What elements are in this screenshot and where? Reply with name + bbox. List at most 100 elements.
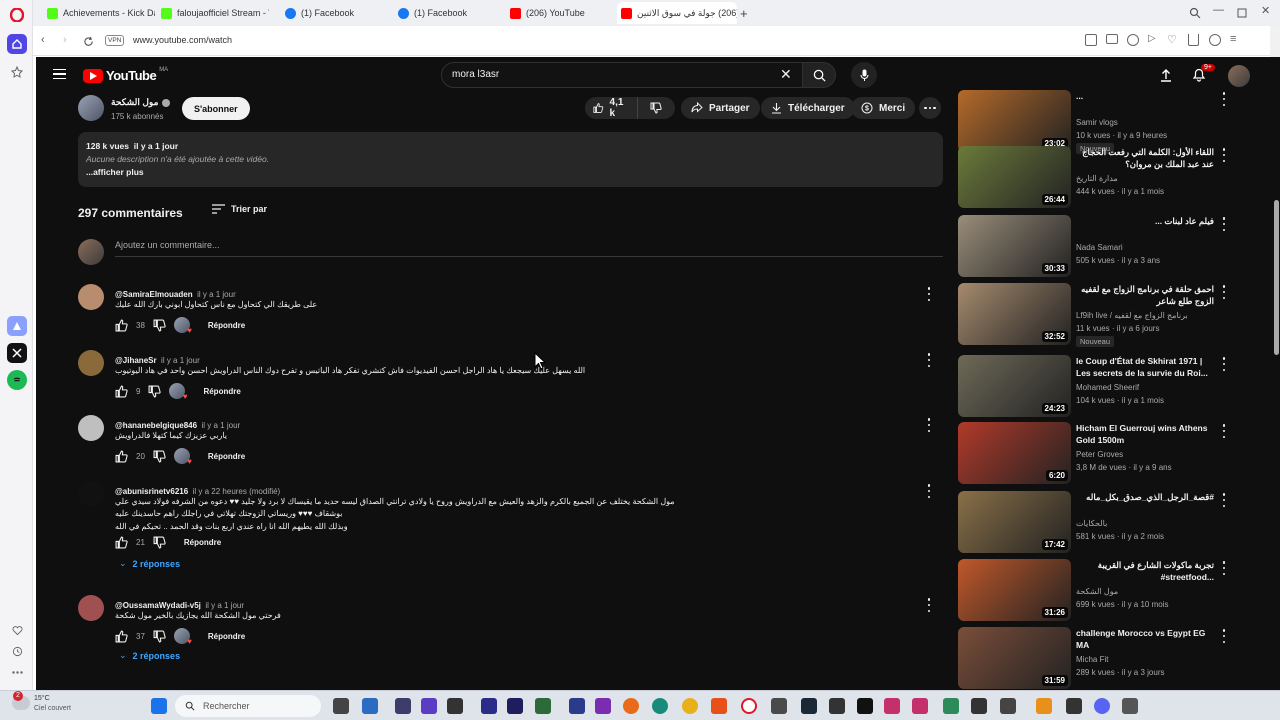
profile-icon[interactable] [1209, 34, 1221, 46]
comment-username[interactable]: @OussamaWydadi-v5j [115, 601, 201, 610]
comment-like-icon[interactable] [115, 319, 128, 332]
minimize-icon[interactable]: — [1213, 4, 1224, 16]
video-menu-icon[interactable] [1220, 424, 1228, 438]
upload-icon[interactable] [1160, 68, 1172, 87]
recommended-video[interactable]: 23:02 ... Samir vlogs 10 k vues · il y a… [958, 90, 1248, 154]
menu-icon[interactable] [53, 69, 66, 79]
app-icon-9[interactable] [771, 698, 787, 714]
app-icon-6[interactable] [535, 698, 551, 714]
search-input[interactable]: mora l3asr ✕ [441, 62, 803, 88]
video-menu-icon[interactable] [1220, 92, 1228, 106]
youtube-logo[interactable]: YouTube MA [83, 67, 168, 83]
history-icon[interactable] [7, 641, 27, 661]
maximize-icon[interactable] [1237, 5, 1247, 23]
app-icon-14[interactable] [971, 698, 987, 714]
app-icon-17[interactable] [1066, 698, 1082, 714]
comment-time[interactable]: il y a 1 jour [205, 601, 244, 610]
recommended-video[interactable]: 32:52 احمق حلقة في برنامج الزواج مع لقفي… [958, 283, 1248, 347]
recommended-video[interactable]: 30:33 فيلم عاد لبنات ... Nada Samari 505… [958, 215, 1248, 277]
comment-avatar[interactable] [78, 415, 104, 441]
comment-avatar[interactable] [78, 284, 104, 310]
share-button[interactable]: Partager [681, 97, 760, 119]
app-icon-13[interactable] [943, 698, 959, 714]
app-icon-16[interactable] [1036, 698, 1052, 714]
app-icon-8[interactable] [595, 698, 611, 714]
account-avatar[interactable] [1228, 65, 1250, 87]
app-icon-3[interactable] [421, 698, 437, 714]
video-menu-icon[interactable] [1220, 493, 1228, 507]
comment-dislike-icon[interactable] [153, 630, 166, 643]
comment-like-icon[interactable] [115, 385, 128, 398]
comment-menu-icon[interactable] [925, 353, 933, 367]
channel-name-row[interactable]: مول الشكحة [111, 97, 171, 108]
recommended-video[interactable]: 26:44 اللقاء الأول: الكلمة التي رفعت الح… [958, 146, 1248, 208]
reply-button[interactable]: Répondre [208, 321, 245, 330]
new-tab-icon[interactable]: + [740, 6, 748, 21]
dislike-button[interactable] [637, 97, 675, 119]
recommended-video[interactable]: 31:26 تجربة ماكولات الشارع في القريبة ..… [958, 559, 1248, 621]
comment-avatar[interactable] [78, 595, 104, 621]
discord-icon[interactable] [1094, 698, 1110, 714]
comment-avatar[interactable] [78, 350, 104, 376]
video-title[interactable]: #قصة_الرجل_الذي_صدق_بكل_ماله [1076, 491, 1214, 503]
comment-username[interactable]: @abunisrinetv6216 [115, 487, 188, 496]
windows-start-icon[interactable] [151, 698, 167, 714]
reply-button[interactable]: Répondre [184, 538, 221, 547]
tab-kick-stream[interactable]: faloujaofficiel Stream - Wa [157, 4, 269, 22]
video-thumbnail[interactable]: 31:26 [958, 559, 1071, 621]
video-title[interactable]: ... [1076, 90, 1214, 102]
opera-logo-icon[interactable] [7, 5, 27, 25]
comment-dislike-icon[interactable] [153, 536, 166, 549]
video-title[interactable]: اللقاء الأول: الكلمة التي رفعت الحجاج عن… [1076, 146, 1214, 170]
video-title[interactable]: احمق حلقة في برنامج الزواج مع لقفيه الزو… [1076, 283, 1214, 307]
brave-icon[interactable] [711, 698, 727, 714]
comment-dislike-icon[interactable] [153, 450, 166, 463]
video-thumbnail[interactable]: 17:42 [958, 491, 1071, 553]
yt-scrollbar-thumb[interactable] [1274, 200, 1279, 355]
home-icon[interactable] [7, 34, 27, 54]
comment-username[interactable]: @hananebelgique846 [115, 421, 197, 430]
search-button[interactable] [803, 62, 836, 88]
app-icon-18[interactable] [1122, 698, 1138, 714]
video-title[interactable]: Hicham El Guerrouj wins Athens Gold 1500… [1076, 422, 1214, 446]
tab-facebook-2[interactable]: (1) Facebook [394, 4, 499, 22]
comment-time[interactable]: il y a 1 jour [161, 356, 200, 365]
reply-button[interactable]: Répondre [208, 632, 245, 641]
download-button[interactable]: Télécharger [761, 97, 855, 119]
like-button[interactable]: 4,1 k [585, 97, 637, 119]
comment-time[interactable]: il y a 1 jour [202, 421, 241, 430]
video-title[interactable]: فيلم عاد لبنات ... [1076, 215, 1214, 227]
app-icon-4[interactable] [447, 698, 463, 714]
forward-icon[interactable]: › [63, 34, 67, 46]
firefox-icon[interactable] [623, 698, 639, 714]
video-menu-icon[interactable] [1220, 357, 1228, 371]
chrome-icon[interactable] [682, 698, 698, 714]
comment-username[interactable]: @SamiraElmouaden [115, 290, 193, 299]
app-icon-15[interactable] [1000, 698, 1016, 714]
edge-icon[interactable] [652, 698, 668, 714]
comment-time[interactable]: il y a 1 jour [197, 290, 236, 299]
download-icon[interactable] [1188, 34, 1199, 46]
camera-icon[interactable] [1106, 34, 1118, 44]
comment-menu-icon[interactable] [925, 287, 933, 301]
video-menu-icon[interactable] [1220, 148, 1228, 162]
video-channel[interactable]: Lf9ih live / برنامج الزواج مع لقفيه [1076, 311, 1188, 320]
show-more-link[interactable]: ...afficher plus [86, 167, 144, 177]
thanks-button[interactable]: $ Merci [851, 97, 916, 119]
comment-dislike-icon[interactable] [148, 385, 162, 398]
task-view-icon[interactable] [333, 698, 349, 714]
tab-youtube-active[interactable]: (206) جولة في سوق الاثنين ✕ [617, 2, 737, 24]
view-replies-button[interactable]: ⌄ 2 réponses [119, 558, 180, 569]
reply-button[interactable]: Répondre [208, 452, 245, 461]
comment-menu-icon[interactable] [925, 484, 933, 498]
video-channel[interactable]: Mohamed Sheerif [1076, 383, 1139, 392]
app-icon-1[interactable] [362, 698, 378, 714]
voice-search-button[interactable] [851, 62, 877, 88]
recommended-video[interactable]: 24:23 le Coup d'État de Skhirat 1971 | L… [958, 355, 1248, 417]
tab-facebook-1[interactable]: (1) Facebook [281, 4, 386, 22]
video-menu-icon[interactable] [1220, 629, 1228, 643]
x-twitter-icon[interactable] [7, 343, 27, 363]
more-icon[interactable] [7, 662, 27, 682]
app-icon-2[interactable] [395, 698, 411, 714]
video-thumbnail[interactable]: 30:33 [958, 215, 1071, 277]
